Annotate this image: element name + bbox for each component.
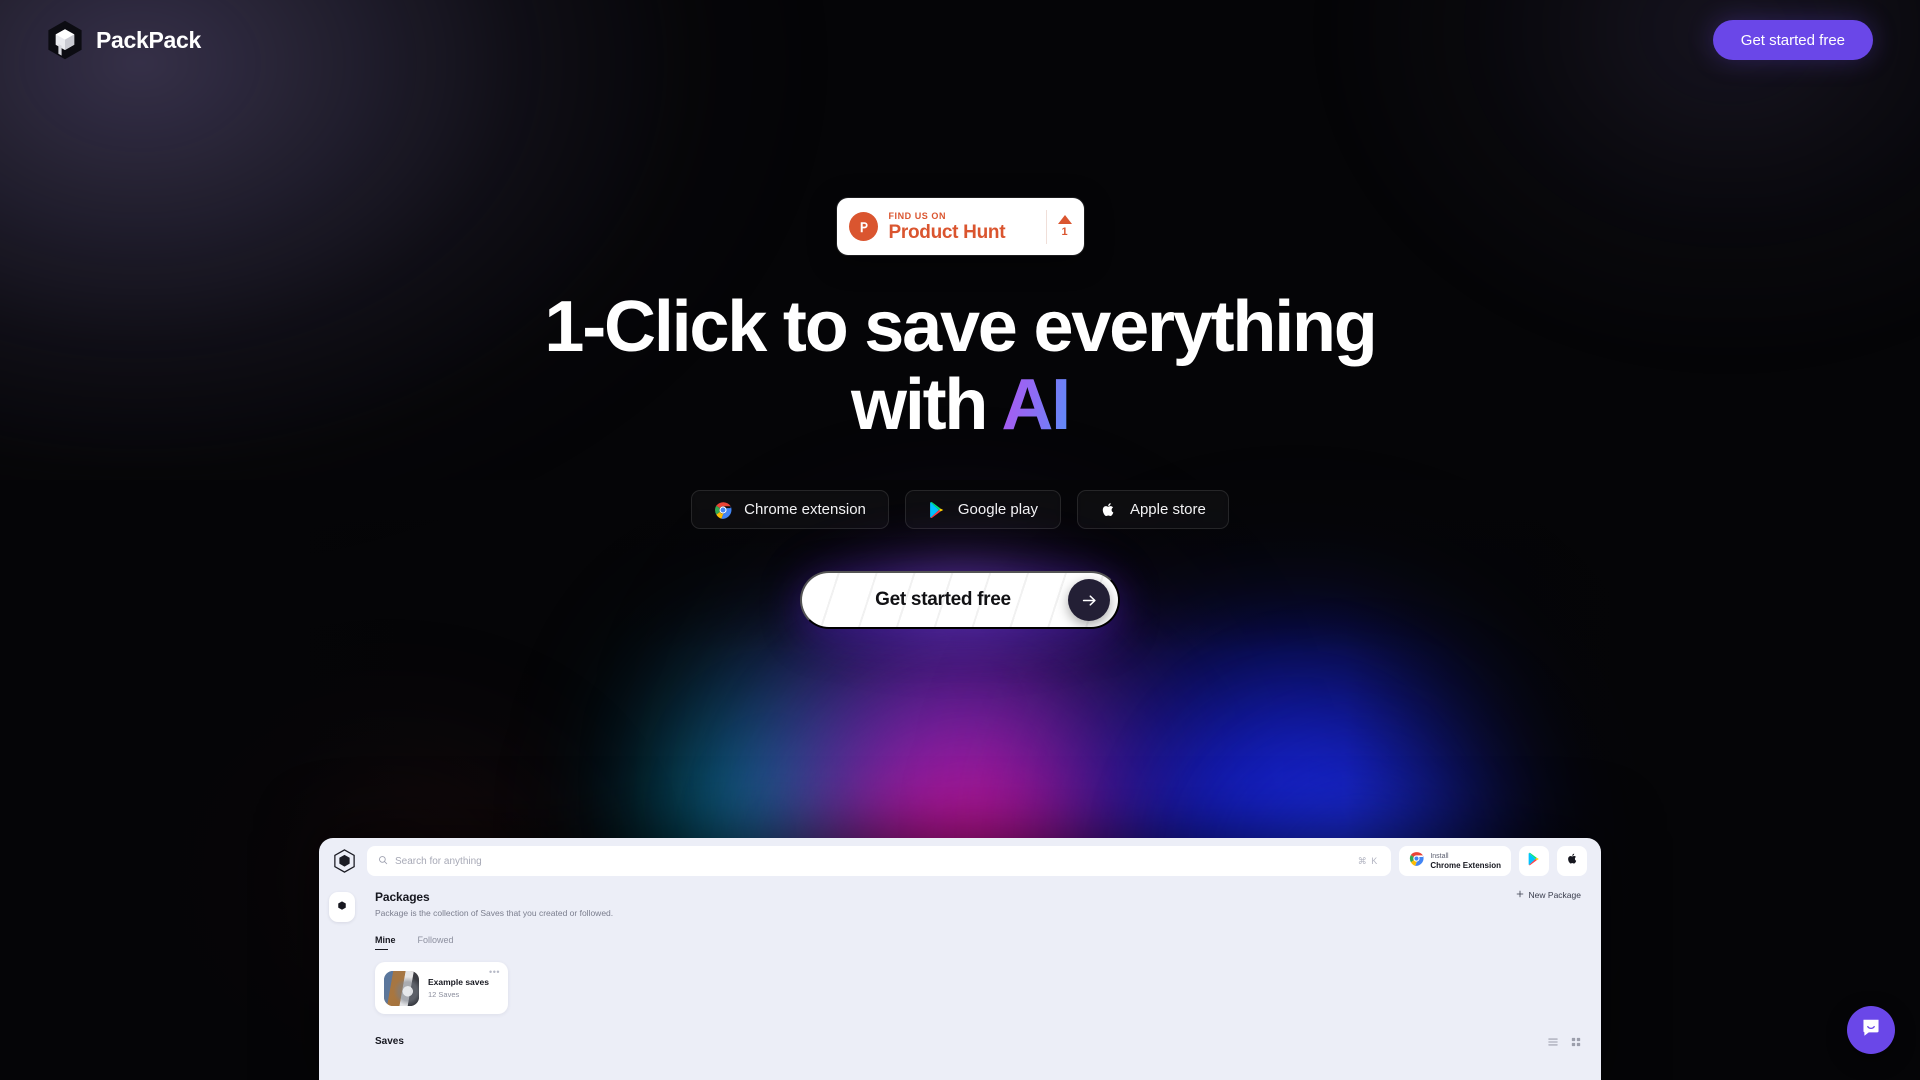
- chat-launcher-button[interactable]: [1847, 1006, 1895, 1054]
- sidebar-item-packages[interactable]: [329, 892, 355, 922]
- grid-view-icon[interactable]: [1570, 1036, 1581, 1047]
- package-card-name: Example saves: [428, 977, 489, 987]
- brand-logo[interactable]: PackPack: [47, 20, 201, 60]
- product-hunt-vote-count: 1: [1061, 226, 1068, 238]
- chrome-extension-button[interactable]: Chrome extension: [691, 490, 889, 529]
- install-chip-text: Install Chrome Extension: [1430, 852, 1501, 870]
- product-hunt-badge[interactable]: FIND US ON Product Hunt 1: [836, 198, 1084, 255]
- more-horizontal-icon[interactable]: •••: [489, 968, 500, 977]
- product-hunt-p-icon: [848, 212, 878, 241]
- google-play-icon: [1527, 852, 1541, 871]
- app-topbar: Search for anything ⌘ K Install Chrome E…: [319, 838, 1601, 884]
- app-main-content: Packages Package is the collection of Sa…: [365, 884, 1601, 1080]
- app-sidebar-rail: [319, 884, 365, 1080]
- app-apple-store-button[interactable]: [1557, 846, 1587, 876]
- package-card[interactable]: Example saves 12 Saves •••: [375, 962, 508, 1014]
- app-body: Packages Package is the collection of Sa…: [319, 884, 1601, 1080]
- packages-subtitle: Package is the collection of Saves that …: [375, 908, 614, 918]
- chat-bubble-smile-icon: [1859, 1016, 1883, 1045]
- headline-line-1: 1-Click to save everything: [544, 287, 1377, 367]
- google-play-label: Google play: [957, 501, 1038, 518]
- saves-section-header: Saves: [375, 1036, 1581, 1047]
- package-thumbnail: [384, 970, 419, 1006]
- chrome-icon: [1409, 851, 1424, 871]
- google-play-button[interactable]: Google play: [904, 490, 1061, 529]
- app-preview: Search for anything ⌘ K Install Chrome E…: [319, 838, 1601, 1080]
- packages-tabs: Mine Followed: [375, 935, 1581, 950]
- packages-header: Packages Package is the collection of Sa…: [375, 890, 1581, 918]
- header-get-started-button[interactable]: Get started free: [1712, 20, 1873, 60]
- apple-icon: [1566, 852, 1579, 870]
- apple-icon: [1100, 501, 1118, 519]
- package-card-count: 12 Saves: [428, 990, 460, 999]
- saves-title: Saves: [375, 1036, 404, 1047]
- list-view-icon[interactable]: [1547, 1036, 1558, 1047]
- google-play-icon: [928, 501, 946, 519]
- app-search-placeholder: Search for anything: [395, 855, 482, 867]
- headline-accent-ai: AI: [1001, 365, 1071, 445]
- site-header: PackPack Get started free: [0, 0, 1920, 80]
- chrome-icon: [714, 501, 732, 519]
- tab-followed[interactable]: Followed: [418, 935, 454, 950]
- tab-mine[interactable]: Mine: [375, 935, 396, 950]
- brand-name: PackPack: [96, 26, 202, 53]
- new-package-label: New Package: [1528, 890, 1581, 900]
- package-box-icon: [337, 898, 347, 916]
- install-chip-line2: Chrome Extension: [1430, 861, 1501, 870]
- arrow-right-icon[interactable]: [1068, 579, 1110, 621]
- package-card-text: Example saves 12 Saves: [428, 977, 489, 999]
- product-hunt-upvote[interactable]: 1: [1045, 209, 1072, 244]
- apple-store-label: Apple store: [1129, 501, 1206, 518]
- plus-icon: [1516, 890, 1524, 900]
- new-package-button[interactable]: New Package: [1516, 890, 1581, 900]
- product-hunt-text: FIND US ON Product Hunt: [889, 210, 1035, 243]
- headline-line-2-prefix: with: [851, 365, 1002, 445]
- hero-get-started-button[interactable]: Get started free: [800, 571, 1120, 629]
- app-search-shortcut: ⌘ K: [1357, 855, 1379, 866]
- chrome-extension-label: Chrome extension: [744, 501, 866, 518]
- hero-section: FIND US ON Product Hunt 1 1-Click to sav…: [0, 0, 1920, 665]
- packages-title: Packages: [375, 890, 430, 904]
- packpack-cube-logo-icon: [47, 20, 83, 60]
- store-button-row: Chrome extension Google play Apple store: [691, 490, 1229, 529]
- product-hunt-title: Product Hunt: [888, 222, 1006, 243]
- hero-headline: 1-Click to save everything with AI: [544, 287, 1377, 445]
- hero-cta-label: Get started free: [875, 589, 1011, 610]
- packages-heading-group: Packages Package is the collection of Sa…: [375, 890, 613, 918]
- search-icon: [378, 852, 388, 870]
- product-hunt-kicker: FIND US ON: [888, 211, 947, 221]
- install-chrome-extension-chip[interactable]: Install Chrome Extension: [1399, 846, 1511, 876]
- app-google-play-button[interactable]: [1519, 846, 1549, 876]
- upvote-triangle-icon: [1057, 215, 1072, 224]
- hero-cta-wrapper: Get started free: [745, 535, 1175, 665]
- saves-view-toggles: [1547, 1036, 1581, 1047]
- app-search-input[interactable]: Search for anything ⌘ K: [367, 846, 1392, 876]
- install-chip-line1: Install: [1430, 853, 1449, 860]
- app-packpack-cube-logo-icon[interactable]: [329, 846, 359, 876]
- apple-store-button[interactable]: Apple store: [1076, 490, 1229, 529]
